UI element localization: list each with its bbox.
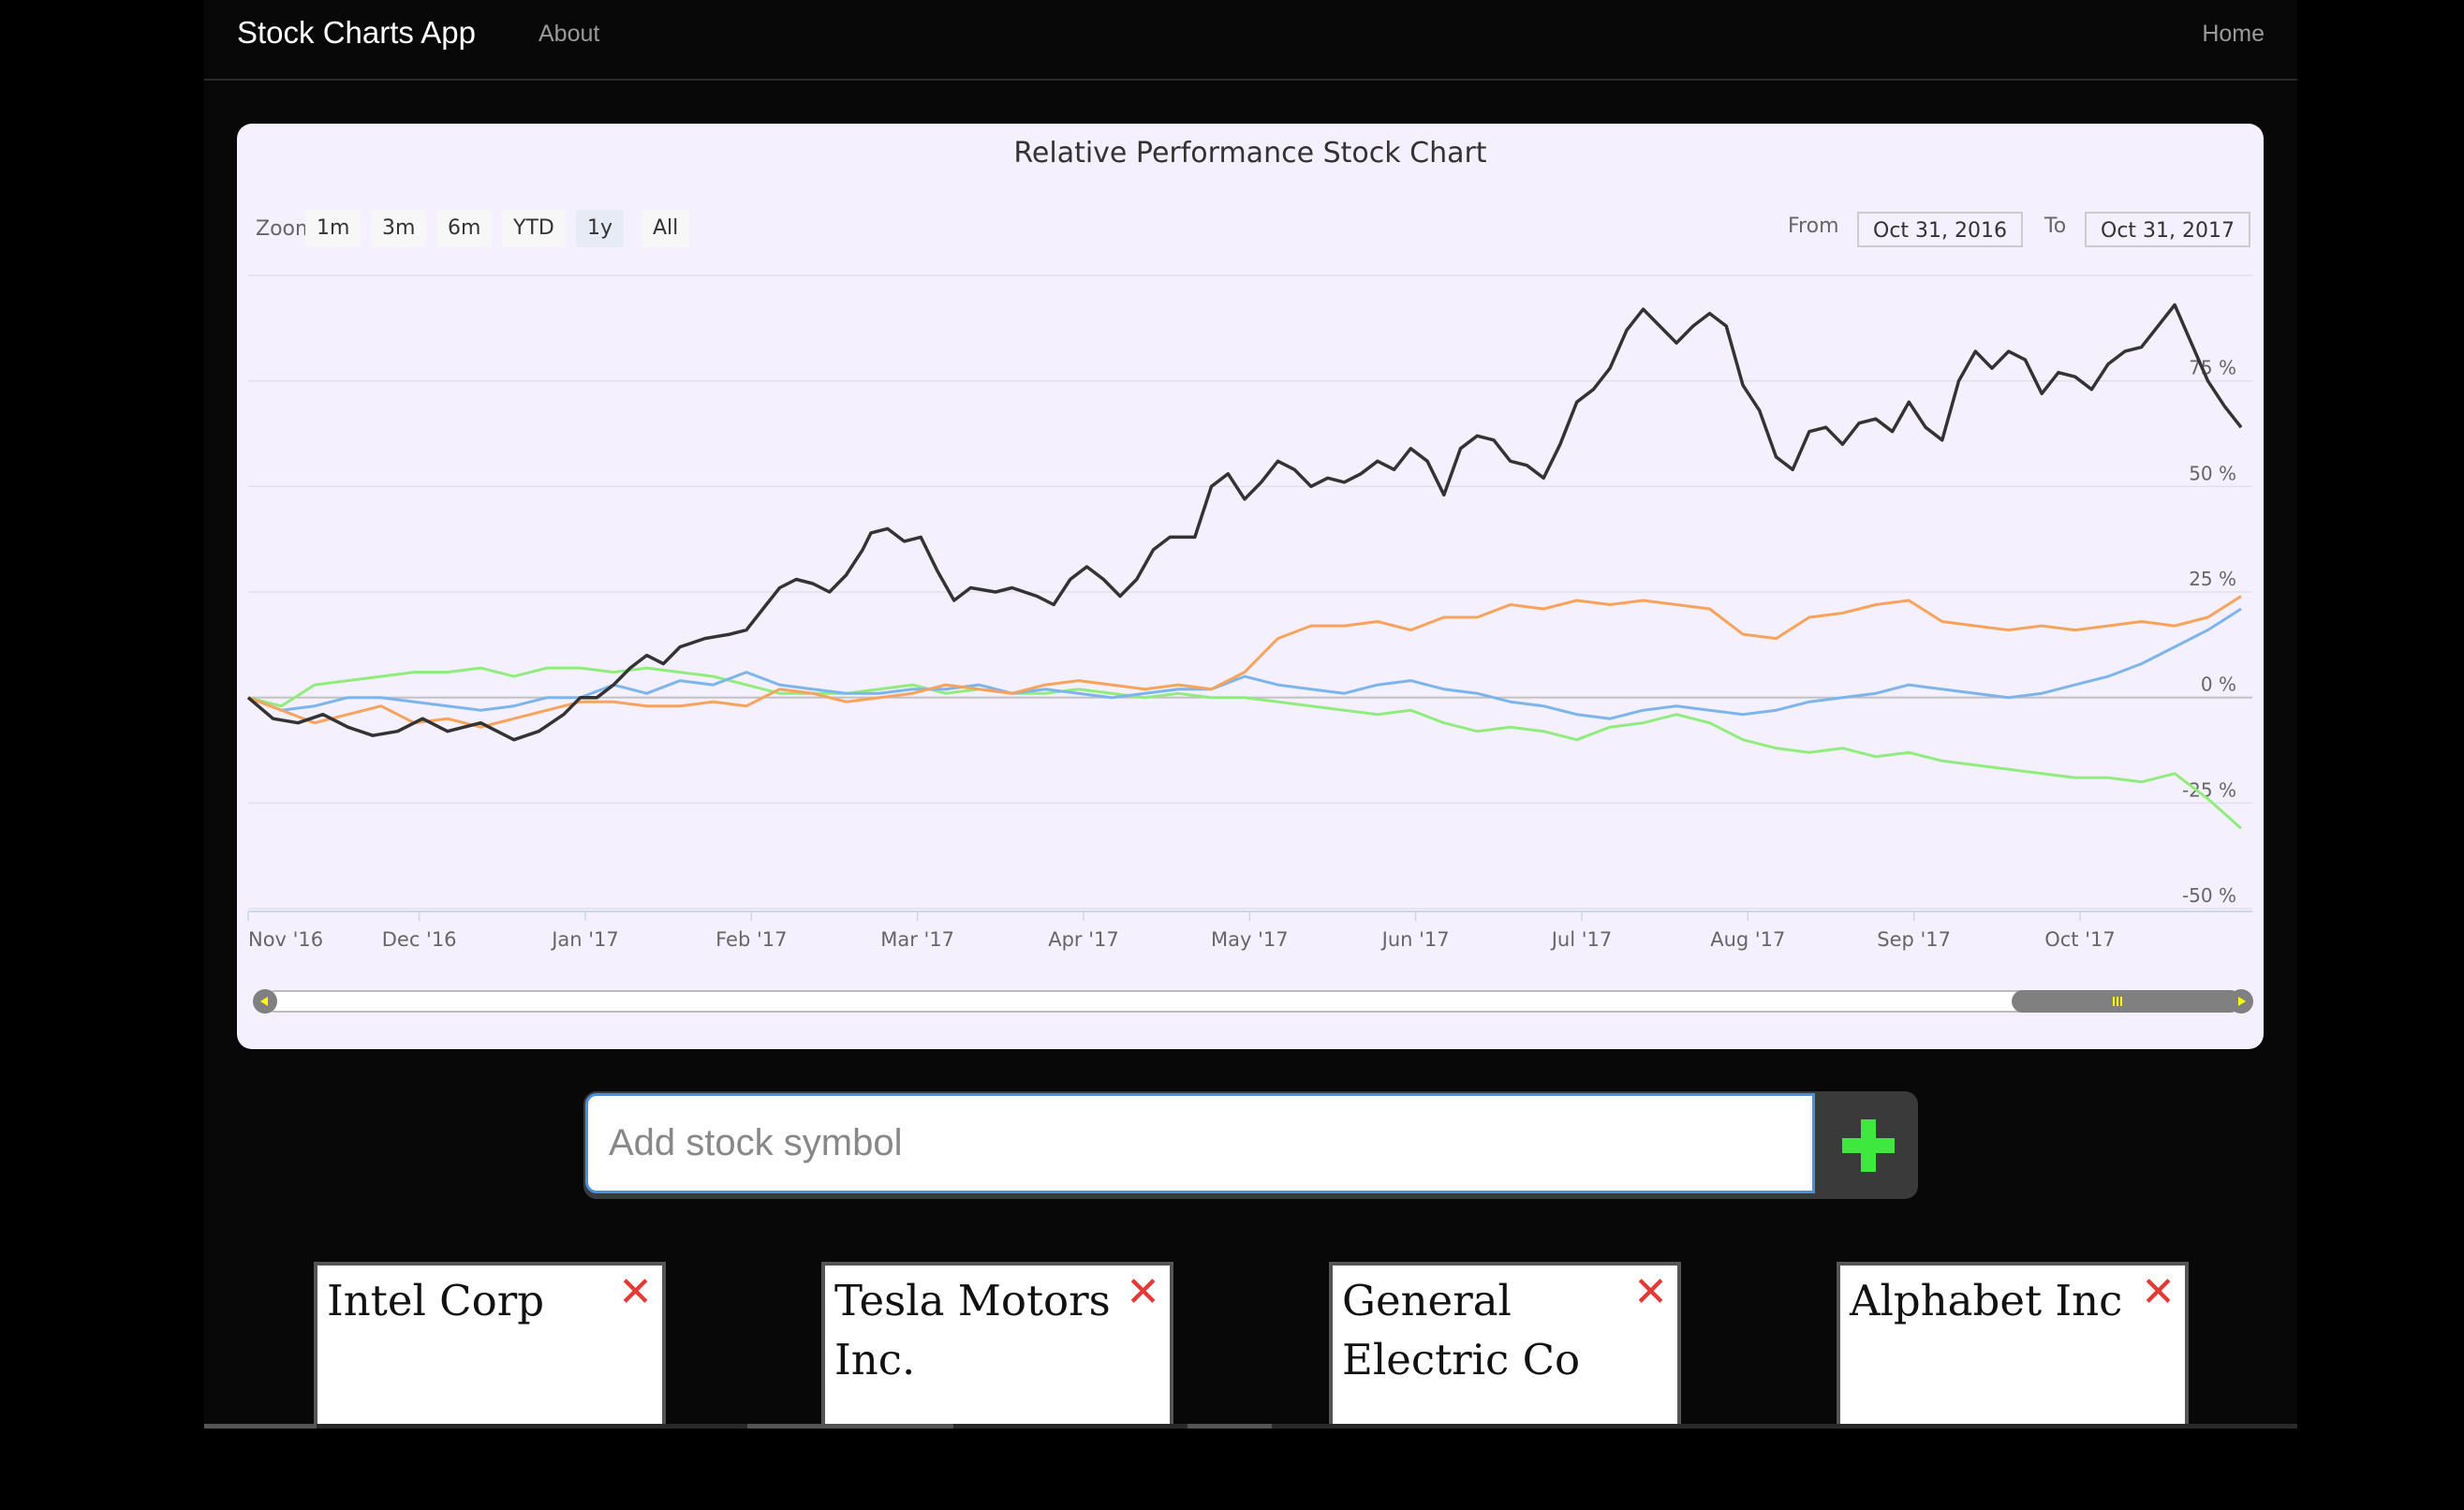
add-stock-button[interactable] xyxy=(1818,1091,1918,1199)
stock-card: Intel Corp ✕ xyxy=(314,1262,666,1429)
plus-icon xyxy=(1841,1118,1895,1172)
y-tick-label: -25 % xyxy=(2182,778,2236,801)
y-tick-label: -50 % xyxy=(2182,884,2236,907)
x-tick-label: Apr '17 xyxy=(1048,928,1119,951)
navbar: Stock Charts App About Home xyxy=(204,0,2297,81)
y-tick-label: 0 % xyxy=(2201,674,2236,696)
x-tick-label: Jun '17 xyxy=(1380,928,1450,951)
x-tick-label: May '17 xyxy=(1211,928,1289,951)
stock-card: Alphabet Inc ✕ xyxy=(1837,1262,2189,1429)
series-line xyxy=(247,595,2242,729)
x-tick-label: Feb '17 xyxy=(716,928,787,951)
series-line xyxy=(247,607,2242,720)
remove-stock-button[interactable]: ✕ xyxy=(1633,1268,1668,1316)
stock-name: Alphabet Inc xyxy=(1850,1276,2123,1325)
stock-name: Intel Corp xyxy=(327,1276,545,1325)
remove-stock-button[interactable]: ✕ xyxy=(2141,1268,2176,1316)
series-line xyxy=(246,303,2243,742)
x-tick-label: Jul '17 xyxy=(1550,928,1613,951)
nav-home-link[interactable]: Home xyxy=(2202,21,2265,48)
horizontal-scrollbar[interactable] xyxy=(204,1424,2297,1429)
stock-symbol-input[interactable] xyxy=(585,1093,1815,1193)
y-tick-label: 25 % xyxy=(2189,568,2236,590)
navigator-scrollbar-thumb[interactable] xyxy=(2012,990,2241,1013)
x-tick-label: Dec '16 xyxy=(382,928,457,951)
x-tick-label: Sep '17 xyxy=(1877,928,1951,951)
add-stock-form xyxy=(583,1091,1918,1199)
chart-card: Relative Performance Stock Chart Zoom 1m… xyxy=(237,124,2264,1049)
x-tick-label: Mar '17 xyxy=(880,928,954,951)
stock-name: Tesla Motors Inc. xyxy=(834,1276,1111,1384)
stock-name: General Electric Co xyxy=(1342,1276,1581,1384)
x-tick-label: Nov '16 xyxy=(248,928,323,951)
chart-plot: -50 % -25 % 0 % 25 % 50 % 75 % Nov '16 Dec '16… xyxy=(246,274,2253,1014)
remove-stock-button[interactable]: ✕ xyxy=(1126,1268,1160,1316)
brand-link[interactable]: Stock Charts App xyxy=(237,15,476,51)
x-tick-label: Aug '17 xyxy=(1710,928,1785,951)
x-tick-label: Oct '17 xyxy=(2044,928,2115,951)
nav-about-link[interactable]: About xyxy=(539,21,599,48)
y-tick-label: 75 % xyxy=(2189,357,2236,379)
stock-card: Tesla Motors Inc. ✕ xyxy=(821,1262,1173,1429)
chart-navigator xyxy=(253,989,2253,1014)
app-container: Stock Charts App About Home Relative Per… xyxy=(204,0,2297,1429)
x-tick-label: Jan '17 xyxy=(550,928,619,951)
stock-card: General Electric Co ✕ xyxy=(1329,1262,1681,1429)
y-tick-label: 50 % xyxy=(2189,462,2236,484)
series-line xyxy=(247,666,2242,830)
remove-stock-button[interactable]: ✕ xyxy=(618,1268,653,1316)
